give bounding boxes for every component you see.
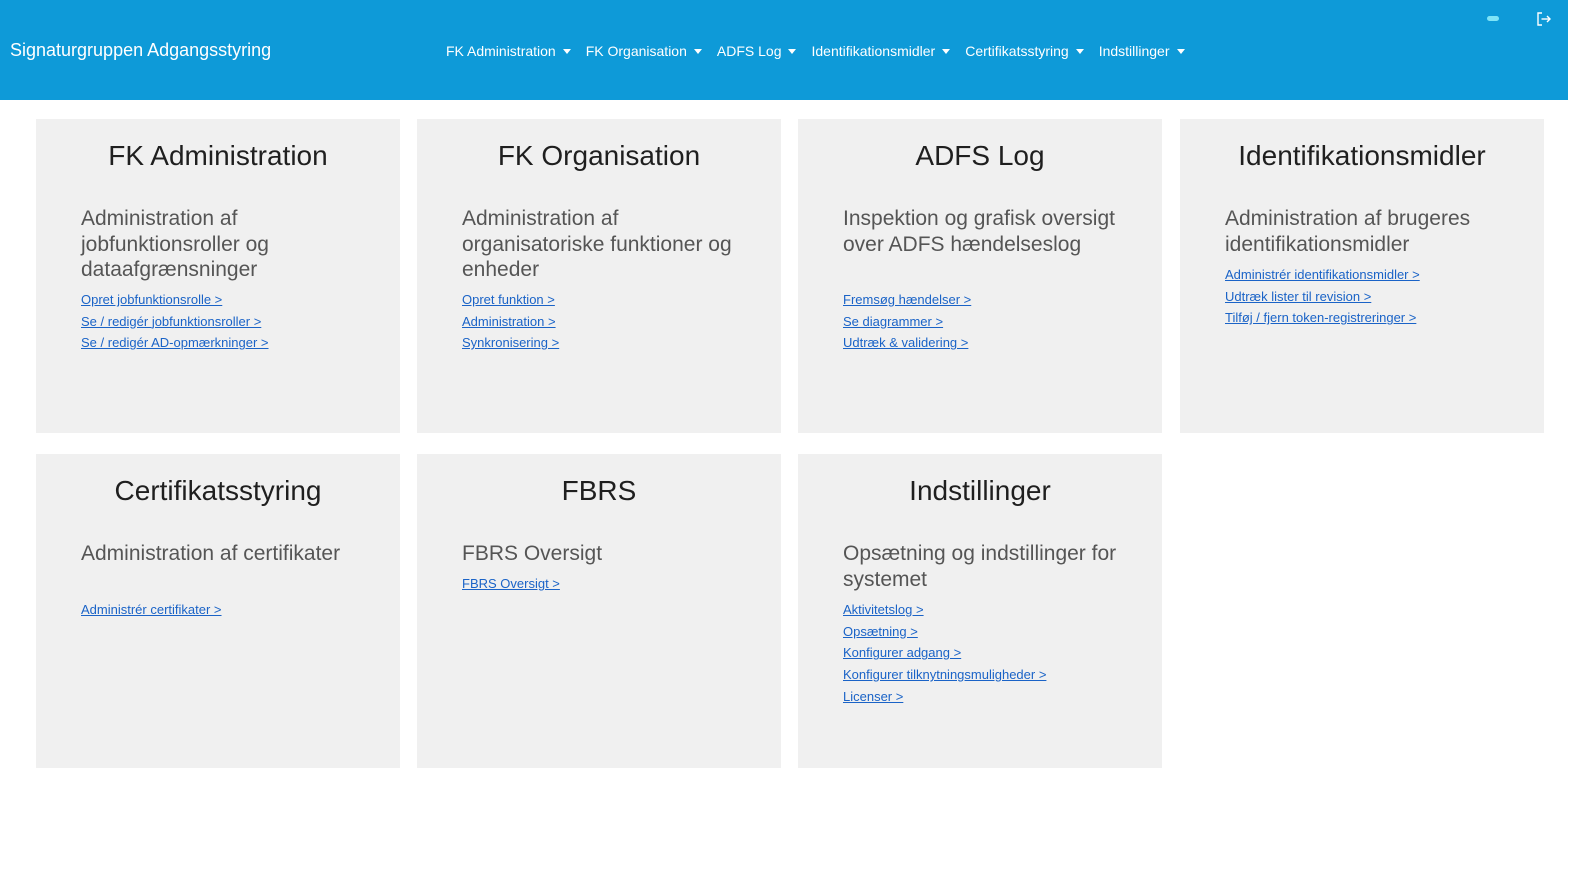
card-certifikatsstyring: Certifikatsstyring Administration af cer… bbox=[36, 454, 400, 768]
link-udtraek-validering[interactable]: Udtræk & validering > bbox=[843, 335, 968, 350]
link-tilfoej-fjern-token[interactable]: Tilføj / fjern token-registreringer > bbox=[1225, 310, 1416, 325]
card-title: Identifikationsmidler bbox=[1238, 140, 1486, 171]
list-item: Opret funktion > bbox=[462, 289, 559, 311]
menu-adfs-log[interactable]: ADFS Log bbox=[717, 42, 797, 60]
caret-down-icon bbox=[788, 48, 797, 54]
menu-certifikatsstyring[interactable]: Certifikatsstyring bbox=[965, 42, 1084, 60]
menu-fk-organisation[interactable]: FK Organisation bbox=[586, 42, 702, 60]
link-opsaetning[interactable]: Opsætning > bbox=[843, 624, 918, 639]
main-menu: FK Administration FK Organisation ADFS L… bbox=[446, 42, 1185, 60]
list-item: Administrér identifikationsmidler > bbox=[1225, 264, 1420, 286]
link-opret-funktion[interactable]: Opret funktion > bbox=[462, 292, 555, 307]
logout-button[interactable] bbox=[1535, 10, 1553, 28]
card-title: ADFS Log bbox=[915, 140, 1045, 171]
caret-down-icon bbox=[942, 48, 951, 54]
menu-label: FK Organisation bbox=[585, 43, 687, 59]
card-title: Certifikatsstyring bbox=[114, 475, 322, 506]
list-item: Synkronisering > bbox=[462, 332, 559, 354]
list-item: Konfigurer adgang > bbox=[843, 642, 1046, 664]
list-item: Udtræk & validering > bbox=[843, 332, 971, 354]
card-description: Administration af certifikater bbox=[81, 542, 341, 565]
caret-down-icon bbox=[1075, 48, 1084, 54]
brand-title[interactable]: Signaturgruppen Adgangsstyring bbox=[10, 39, 271, 61]
card-description: Administration af organisatoriske funkti… bbox=[462, 207, 732, 281]
link-udtraek-lister[interactable]: Udtræk lister til revision > bbox=[1225, 289, 1371, 304]
link-synkronisering[interactable]: Synkronisering > bbox=[462, 335, 559, 350]
list-item: Aktivitetslog > bbox=[843, 599, 1046, 621]
card-title: FBRS bbox=[561, 475, 637, 506]
menu-label: Identifikationsmidler bbox=[811, 43, 936, 59]
list-item: Se diagrammer > bbox=[843, 311, 971, 333]
card-fbrs: FBRS FBRS Oversigt FBRS Oversigt > bbox=[417, 454, 781, 768]
list-item: FBRS Oversigt > bbox=[462, 573, 560, 595]
list-item: Se / redigér AD-opmærkninger > bbox=[81, 332, 269, 354]
menu-indstillinger[interactable]: Indstillinger bbox=[1099, 42, 1185, 60]
top-navbar: Signaturgruppen Adgangsstyring FK Admini… bbox=[0, 0, 1568, 100]
card-links: Aktivitetslog > Opsætning > Konfigurer a… bbox=[843, 599, 1046, 707]
link-se-rediger-jobfunktionsroller[interactable]: Se / redigér jobfunktionsroller > bbox=[81, 314, 261, 329]
card-links: Administrér certifikater > bbox=[81, 599, 222, 621]
list-item: Opret jobfunktionsrolle > bbox=[81, 289, 269, 311]
link-administration[interactable]: Administration > bbox=[462, 314, 556, 329]
list-item: Administration > bbox=[462, 311, 559, 333]
link-fremsoeg-haendelser[interactable]: Fremsøg hændelser > bbox=[843, 292, 971, 307]
menu-identifikationsmidler[interactable]: Identifikationsmidler bbox=[811, 42, 951, 60]
card-links: Opret jobfunktionsrolle > Se / redigér j… bbox=[81, 289, 269, 354]
link-konfigurer-tilknytningsmuligheder[interactable]: Konfigurer tilknytningsmuligheder > bbox=[843, 667, 1046, 682]
card-title: Indstillinger bbox=[909, 475, 1051, 506]
link-konfigurer-adgang[interactable]: Konfigurer adgang > bbox=[843, 645, 961, 660]
card-description: FBRS Oversigt bbox=[462, 542, 603, 565]
card-description: Opsætning og indstillinger for systemet bbox=[843, 542, 1117, 591]
card-title: FK Administration bbox=[108, 140, 328, 171]
card-title: FK Organisation bbox=[497, 140, 701, 171]
menu-label: FK Administration bbox=[446, 43, 556, 59]
link-licenser[interactable]: Licenser > bbox=[843, 689, 903, 704]
caret-down-icon bbox=[562, 48, 571, 54]
link-administrer-certifikater[interactable]: Administrér certifikater > bbox=[81, 602, 222, 617]
list-item: Se / redigér jobfunktionsroller > bbox=[81, 311, 269, 333]
card-links: Administrér identifikationsmidler > Udtr… bbox=[1225, 264, 1420, 329]
list-item: Opsætning > bbox=[843, 621, 1046, 643]
logout-icon bbox=[1537, 12, 1551, 26]
link-se-rediger-ad-opmaerkninger[interactable]: Se / redigér AD-opmærkninger > bbox=[81, 335, 269, 350]
list-item: Administrér certifikater > bbox=[81, 599, 222, 621]
list-item: Fremsøg hændelser > bbox=[843, 289, 971, 311]
card-fk-administration: FK Administration Administration af jobf… bbox=[36, 119, 400, 433]
card-description: Administration af jobfunktionsroller og … bbox=[81, 207, 269, 281]
link-fbrs-oversigt[interactable]: FBRS Oversigt > bbox=[462, 576, 560, 591]
caret-down-icon bbox=[1176, 48, 1185, 54]
card-description: Administration af brugeres identifikatio… bbox=[1225, 207, 1471, 256]
card-identifikationsmidler: Identifikationsmidler Administration af … bbox=[1180, 119, 1544, 433]
card-description: Inspektion og grafisk oversigt over ADFS… bbox=[843, 207, 1115, 256]
list-item: Licenser > bbox=[843, 686, 1046, 708]
card-fk-organisation: FK Organisation Administration af organi… bbox=[417, 119, 781, 433]
menu-fk-administration[interactable]: FK Administration bbox=[446, 42, 571, 60]
link-administrer-identifikationsmidler[interactable]: Administrér identifikationsmidler > bbox=[1225, 267, 1420, 282]
list-item: Udtræk lister til revision > bbox=[1225, 286, 1420, 308]
card-links: Opret funktion > Administration > Synkro… bbox=[462, 289, 559, 354]
caret-down-icon bbox=[693, 48, 702, 54]
menu-label: ADFS Log bbox=[716, 43, 782, 59]
card-links: Fremsøg hændelser > Se diagrammer > Udtr… bbox=[843, 289, 971, 354]
list-item: Tilføj / fjern token-registreringer > bbox=[1225, 307, 1420, 329]
card-adfs-log: ADFS Log Inspektion og grafisk oversigt … bbox=[798, 119, 1162, 433]
card-indstillinger: Indstillinger Opsætning og indstillinger… bbox=[798, 454, 1162, 768]
link-opret-jobfunktionsrolle[interactable]: Opret jobfunktionsrolle > bbox=[81, 292, 222, 307]
link-aktivitetslog[interactable]: Aktivitetslog > bbox=[843, 602, 924, 617]
card-links: FBRS Oversigt > bbox=[462, 573, 560, 595]
list-item: Konfigurer tilknytningsmuligheder > bbox=[843, 664, 1046, 686]
status-indicator bbox=[1487, 16, 1499, 21]
link-se-diagrammer[interactable]: Se diagrammer > bbox=[843, 314, 943, 329]
menu-label: Certifikatsstyring bbox=[965, 43, 1069, 59]
menu-label: Indstillinger bbox=[1098, 43, 1170, 59]
